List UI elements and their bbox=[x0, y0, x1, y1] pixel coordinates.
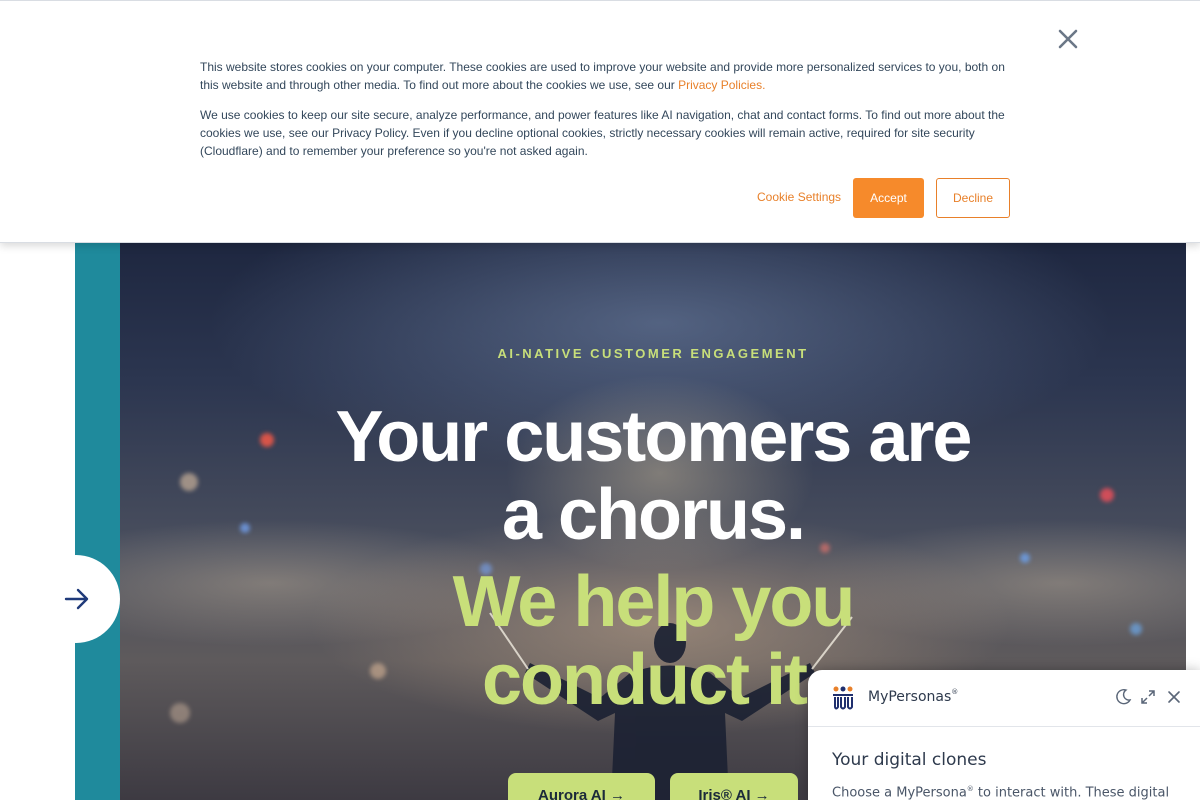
expand-icon[interactable] bbox=[1140, 689, 1156, 705]
privacy-policies-link[interactable]: Privacy Policies. bbox=[678, 78, 765, 92]
close-icon[interactable] bbox=[1056, 27, 1080, 51]
widget-header: MyPersonas® bbox=[808, 670, 1200, 727]
cookie-text-secondary: We use cookies to keep our site secure, … bbox=[200, 108, 1005, 158]
hero-headline: Your customers are a chorus. bbox=[120, 398, 1186, 554]
widget-title-text: MyPersonas bbox=[868, 689, 952, 705]
cookie-banner: This website stores cookies on your comp… bbox=[0, 0, 1200, 243]
arrow-right-icon bbox=[64, 588, 89, 610]
widget-title: MyPersonas® bbox=[868, 688, 959, 705]
widget-body-text: Choose a MyPersona® to interact with. Th… bbox=[832, 785, 1169, 800]
widget-heading: Your digital clones bbox=[832, 750, 987, 770]
next-slide-button[interactable] bbox=[32, 555, 120, 643]
widget-body-end: to interact with. These digital bbox=[973, 785, 1170, 800]
moon-icon[interactable] bbox=[1114, 688, 1132, 706]
hero-accent-line1: We help you bbox=[452, 562, 856, 642]
mypersonas-logo-icon bbox=[833, 686, 853, 710]
hero-headline-line2: a chorus. bbox=[501, 475, 806, 555]
aurora-ai-button[interactable]: Aurora AI → bbox=[508, 773, 655, 800]
cookie-settings-link[interactable]: Cookie Settings bbox=[757, 190, 841, 204]
mypersonas-widget: MyPersonas® Your digital clones Choose a… bbox=[808, 670, 1200, 800]
hero-headline-line1: Your customers are bbox=[335, 397, 973, 477]
teal-side-strip bbox=[75, 243, 120, 800]
close-icon[interactable] bbox=[1166, 689, 1182, 705]
widget-title-mark: ® bbox=[951, 688, 959, 696]
iris-ai-button[interactable]: Iris® AI → bbox=[670, 773, 798, 800]
hero-eyebrow: AI-NATIVE CUSTOMER ENGAGEMENT bbox=[497, 346, 809, 361]
accept-button[interactable]: Accept bbox=[853, 178, 924, 218]
decline-button[interactable]: Decline bbox=[936, 178, 1010, 218]
widget-body-mark: ® bbox=[966, 785, 974, 793]
cookie-text-primary: This website stores cookies on your comp… bbox=[200, 58, 1015, 94]
widget-body-start: Choose a MyPersona bbox=[832, 785, 967, 800]
cookie-text-primary-body: This website stores cookies on your comp… bbox=[200, 60, 1005, 92]
